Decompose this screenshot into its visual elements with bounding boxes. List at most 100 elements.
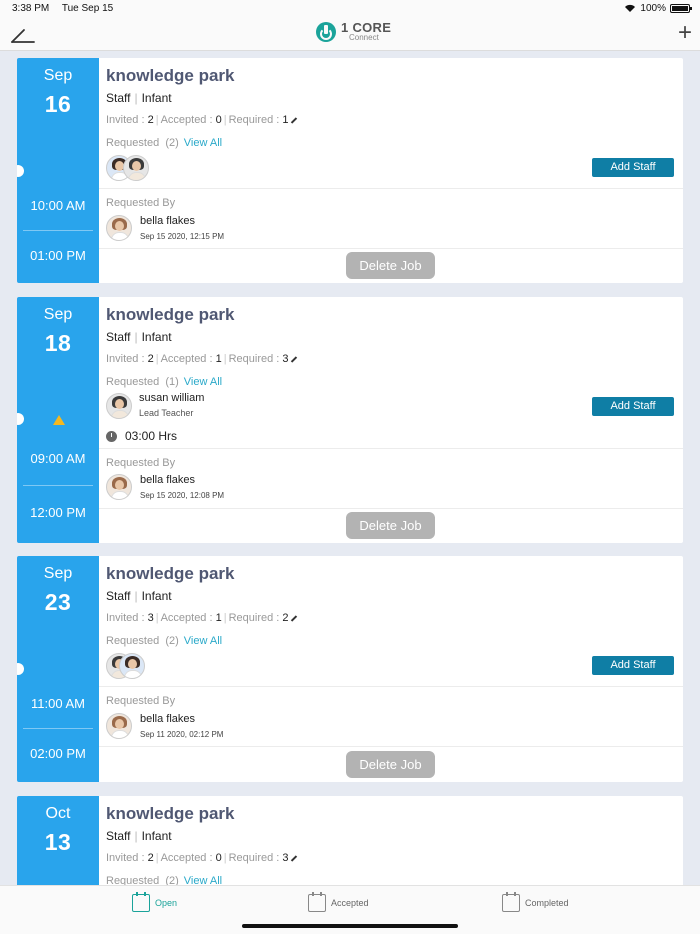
status-date: Tue Sep 15	[61, 3, 114, 14]
accepted-count: 0	[215, 114, 222, 126]
status-time: 3:38 PM	[12, 3, 50, 14]
calendar-open-icon	[132, 892, 150, 912]
requester-name: bella flakes	[140, 713, 196, 725]
tab-accepted-label: Accepted	[331, 898, 369, 908]
status-bar: 3:38 PM Tue Sep 15 100%	[0, 0, 700, 18]
divider	[99, 448, 683, 449]
job-counts: Invited : 3 | Accepted : 1 | Required : 2	[106, 612, 297, 624]
requester-avatar	[106, 474, 132, 500]
hours-row: 03:00 Hrs	[106, 429, 177, 443]
requested-by-label: Requested By	[106, 197, 176, 209]
add-staff-button[interactable]: Add Staff	[592, 397, 674, 416]
battery-percent: 100%	[640, 3, 666, 14]
requested-row: Requested (2) View All	[106, 137, 223, 149]
job-title: knowledge park	[106, 564, 235, 583]
start-time: 11:00 AM	[31, 696, 85, 711]
invited-count: 3	[147, 612, 154, 624]
add-staff-button[interactable]: Add Staff	[592, 158, 674, 177]
edit-required-icon[interactable]	[290, 356, 297, 363]
accepted-count: 1	[215, 612, 222, 624]
invited-count: 2	[147, 353, 154, 365]
back-icon	[11, 29, 35, 43]
edit-required-icon[interactable]	[290, 615, 297, 622]
view-all-link[interactable]: View All	[184, 376, 222, 388]
date-column: Sep 16 10:00 AM 01:00 PM	[17, 58, 99, 283]
delete-job-button[interactable]: Delete Job	[346, 751, 435, 778]
job-role: Staff	[106, 330, 131, 344]
requested-date: Sep 15 2020, 12:15 PM	[140, 232, 225, 241]
time-separator	[23, 728, 93, 729]
job-title: knowledge park	[106, 66, 235, 85]
job-counts: Invited : 2 | Accepted : 1 | Required : 3	[106, 353, 297, 365]
add-staff-button[interactable]: Add Staff	[592, 656, 674, 675]
calendar-accepted-icon	[308, 892, 326, 912]
job-card[interactable]: Sep 18 09:00 AM 12:00 PM knowledge park …	[17, 297, 683, 543]
requester-name: bella flakes	[140, 215, 196, 227]
job-card[interactable]: Sep 16 10:00 AM 01:00 PM knowledge park …	[17, 58, 683, 283]
requested-date: Sep 15 2020, 12:08 PM	[140, 491, 225, 500]
edit-required-icon[interactable]	[290, 855, 297, 862]
job-subtitle: Staff | Infant	[106, 330, 172, 344]
divider	[99, 746, 683, 747]
tab-accepted[interactable]: Accepted	[308, 892, 369, 912]
invited-count: 2	[147, 852, 154, 864]
plus-icon[interactable]: +	[678, 21, 692, 45]
home-indicator[interactable]	[242, 924, 458, 928]
staff-name: susan william	[139, 392, 205, 404]
divider	[99, 686, 683, 687]
requested-count: (2)	[165, 635, 179, 647]
requested-count: (1)	[165, 376, 179, 388]
edit-required-icon[interactable]	[290, 117, 297, 124]
job-subtitle: Staff | Infant	[106, 829, 172, 843]
job-counts: Invited : 2 | Accepted : 0 | Required : 3	[106, 852, 297, 864]
job-day: 23	[44, 589, 72, 615]
date-column: Sep 23 11:00 AM 02:00 PM	[17, 556, 99, 782]
job-age-group: Infant	[141, 829, 172, 843]
job-day: 18	[44, 330, 72, 356]
clock-icon	[106, 430, 117, 442]
staff-avatar[interactable]	[106, 393, 132, 419]
job-age-group: Infant	[141, 91, 172, 105]
back-button[interactable]	[10, 24, 36, 44]
tab-completed-label: Completed	[525, 898, 569, 908]
tab-open-label: Open	[155, 898, 178, 908]
job-subtitle: Staff | Infant	[106, 91, 172, 105]
requested-row: Requested (1) View All	[106, 376, 223, 388]
view-all-link[interactable]: View All	[184, 635, 222, 647]
delete-job-button[interactable]: Delete Job	[346, 252, 435, 279]
job-subtitle: Staff | Infant	[106, 589, 172, 603]
job-title: knowledge park	[106, 804, 235, 823]
delete-job-button[interactable]: Delete Job	[346, 512, 435, 539]
tab-open[interactable]: Open	[132, 892, 178, 912]
job-card[interactable]: Sep 23 11:00 AM 02:00 PM knowledge park …	[17, 556, 683, 782]
required-count: 3	[282, 353, 289, 365]
tab-completed[interactable]: Completed	[502, 892, 569, 912]
requested-avatar[interactable]	[119, 653, 145, 679]
required-count: 1	[282, 114, 289, 126]
requester-name: bella flakes	[140, 474, 196, 486]
power-logo-icon	[316, 21, 336, 42]
ticket-notch	[17, 413, 24, 425]
job-age-group: Infant	[141, 330, 172, 344]
time-separator	[23, 485, 93, 486]
job-title: knowledge park	[106, 305, 235, 324]
requested-avatar[interactable]	[123, 155, 149, 181]
required-count: 3	[282, 852, 289, 864]
requested-by-label: Requested By	[106, 457, 176, 469]
view-all-link[interactable]: View All	[184, 137, 222, 149]
requested-date: Sep 11 2020, 02:12 PM	[140, 730, 224, 739]
app-logo: 1 CORE Connect	[316, 21, 391, 42]
job-role: Staff	[106, 589, 131, 603]
job-month: Oct	[45, 805, 71, 822]
divider	[99, 248, 683, 249]
job-counts: Invited : 2 | Accepted : 0 | Required : 1	[106, 114, 297, 126]
job-role: Staff	[106, 91, 131, 105]
start-time: 10:00 AM	[30, 198, 86, 213]
logo-subtitle: Connect	[349, 33, 379, 42]
required-count: 2	[282, 612, 289, 624]
start-time: 09:00 AM	[30, 451, 86, 466]
date-column: Sep 18 09:00 AM 12:00 PM	[17, 297, 99, 543]
end-time: 12:00 PM	[30, 505, 86, 520]
staff-role: Lead Teacher	[139, 408, 194, 418]
divider	[99, 508, 683, 509]
